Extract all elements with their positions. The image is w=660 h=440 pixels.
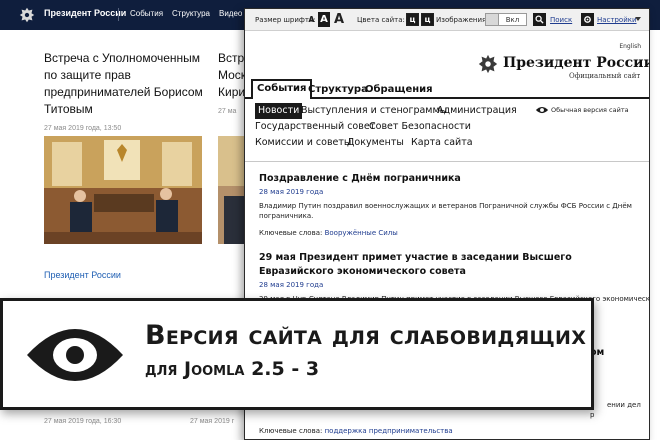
font-size-medium-button[interactable]: A (318, 12, 330, 27)
stage: Президент России События Структура Видео… (0, 0, 660, 440)
subnav-item-security-council[interactable]: Совет Безопасности (369, 119, 471, 135)
main-tabs: События Структура Обращения (245, 77, 649, 99)
subnav-item-documents[interactable]: Документы (347, 135, 404, 151)
regular-site-nav: События Структура Видео и ф (130, 9, 258, 18)
sub-nav-row: Государственный совет Совет Безопасности (253, 119, 643, 135)
gear-icon[interactable] (581, 13, 594, 26)
site-colors-label: Цвета сайта: (357, 16, 405, 24)
news-photo[interactable] (44, 136, 202, 244)
article-keywords: Ключевые слова: Вооружённые Силы (259, 229, 639, 237)
keyword-link[interactable]: Вооружённые Силы (325, 229, 398, 237)
subnav-item-news[interactable]: Новости (255, 103, 303, 119)
divider (245, 161, 649, 162)
article-title[interactable]: 29 мая Президент примет участие в заседа… (259, 251, 639, 279)
language-link[interactable]: English (619, 43, 641, 50)
color-scheme-black-button[interactable]: ц (406, 13, 419, 26)
nav-divider (118, 8, 119, 21)
eagle-emblem-icon (19, 7, 35, 23)
tab-appeals[interactable]: Обращения (361, 81, 437, 99)
news-card-title[interactable]: Встреча с Уполномоченным по защите прав … (44, 50, 204, 118)
color-scheme-alt-button[interactable]: ц (421, 13, 434, 26)
sub-nav-row: Комиссии и советы Документы Карта сайта (253, 135, 643, 151)
keywords-label: Ключевые слова: (259, 229, 323, 237)
accessibility-toolbar: Размер шрифта: A A A Цвета сайта: ц ц Из… (245, 9, 649, 31)
section-link[interactable]: Президент России (44, 270, 121, 280)
news-card-date: 27 мая 2019 г (190, 418, 235, 425)
article-text: Владимир Путин поздравил военнослужащих … (259, 202, 632, 220)
images-toggle-label: Вкл (505, 15, 520, 24)
eye-icon[interactable] (535, 105, 549, 115)
regular-version-link[interactable]: Обычная версия сайта (551, 106, 629, 114)
font-size-large-button[interactable]: A (332, 12, 346, 27)
promo-banner: Версия сайта для слабовидящих для Joomla… (0, 298, 594, 410)
news-article: 29 мая Президент примет участие в заседа… (259, 251, 649, 304)
search-link[interactable]: Поиск (550, 16, 572, 24)
search-icon[interactable] (533, 13, 546, 26)
news-card-date: 27 мая 2019 года, 16:30 (44, 418, 122, 425)
keywords-label: Ключевые слова: (259, 427, 323, 435)
settings-link[interactable]: Настройки (597, 16, 637, 24)
toggle-knob (486, 14, 499, 25)
news-card-date: 27 мая 2019 года, 13:50 (44, 125, 122, 132)
regular-site-brand[interactable]: Президент России (44, 8, 126, 18)
keyword-link[interactable]: поддержка предпринимательства (325, 427, 453, 435)
article-date: 28 мая 2019 года (259, 188, 324, 196)
subnav-item-administration[interactable]: Администрация (437, 103, 517, 119)
banner-title: Версия сайта для слабовидящих (145, 320, 587, 351)
news-article: Поздравление с Днём пограничника 28 мая … (259, 172, 639, 237)
font-size-small-button[interactable]: A (307, 12, 316, 27)
article-text-fragment: ении дел (607, 401, 641, 409)
eye-icon (27, 329, 123, 381)
images-toggle[interactable]: Вкл (485, 13, 527, 26)
article-keywords: Ключевые слова: поддержка предпринимател… (259, 427, 453, 435)
subnav-item-speeches[interactable]: Выступления и стенограммы (301, 103, 447, 119)
nav-item-events[interactable]: События (130, 9, 163, 18)
banner-subtitle: для Joomla 2.5 - 3 (145, 358, 320, 380)
news-card-1[interactable]: Встреча с Уполномоченным по защите прав … (44, 50, 204, 132)
site-brand-title[interactable]: Президент России (503, 55, 649, 71)
nav-item-structure[interactable]: Структура (172, 9, 210, 18)
article-text-fragment: р (590, 411, 595, 419)
article-date: 28 мая 2019 года (259, 281, 324, 289)
eagle-emblem-icon (478, 54, 498, 74)
meeting-photo-image (44, 136, 202, 244)
article-title[interactable]: Поздравление с Днём пограничника (259, 172, 639, 186)
subnav-item-commissions[interactable]: Комиссии и советы (255, 135, 351, 151)
chevron-down-icon[interactable] (635, 17, 641, 21)
images-label: Изображения (436, 16, 487, 24)
subnav-item-sitemap[interactable]: Карта сайта (411, 135, 473, 151)
subnav-item-state-council[interactable]: Государственный совет (255, 119, 375, 135)
